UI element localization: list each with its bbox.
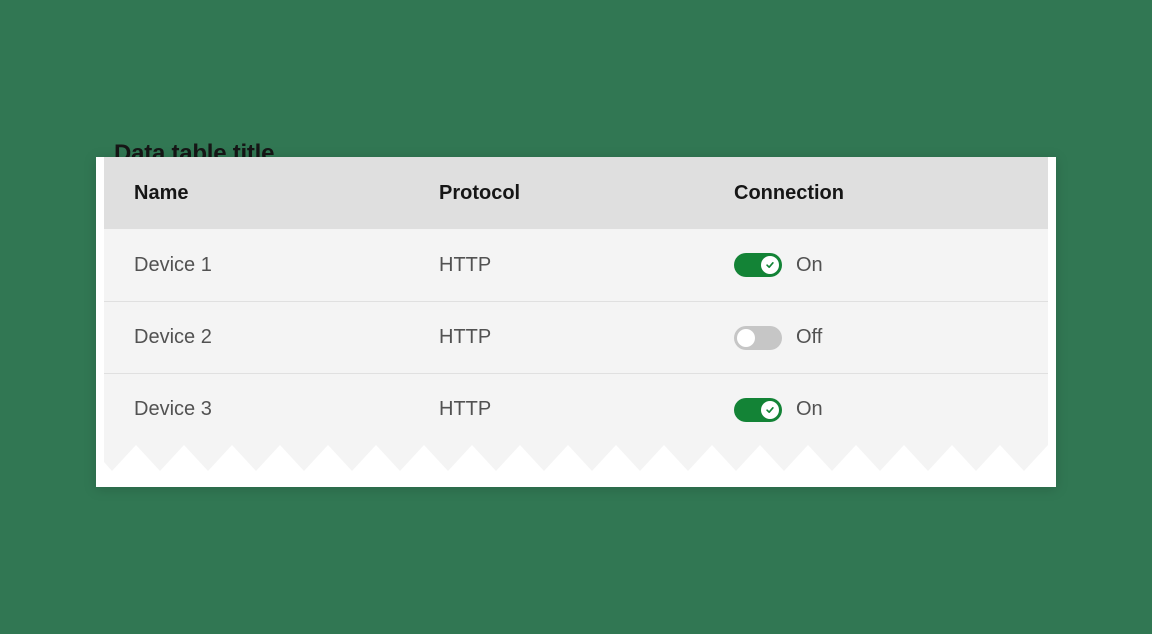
table-row: Device 3HTTP On: [104, 373, 1048, 445]
column-header-connection: Connection: [734, 182, 1018, 205]
toggle-knob: [761, 401, 779, 419]
cell-name: Device 3: [134, 398, 439, 421]
column-header-protocol: Protocol: [439, 182, 734, 205]
checkmark-icon: [765, 260, 775, 270]
table-row: Device 2HTTP Off: [104, 301, 1048, 373]
table-header-row: Name Protocol Connection: [104, 157, 1048, 229]
connection-status-label: Off: [796, 326, 822, 349]
cell-name: Device 1: [134, 254, 439, 277]
torn-edge-decoration: [96, 444, 1056, 487]
cell-connection: On: [734, 253, 1018, 277]
data-table-card: Name Protocol Connection Device 1HTTPOnD…: [96, 157, 1056, 487]
connection-status-label: On: [796, 398, 823, 421]
connection-toggle[interactable]: [734, 398, 782, 422]
cell-protocol: HTTP: [439, 398, 734, 421]
table-body: Device 1HTTPOnDevice 2HTTPOffDevice 3HTT…: [104, 229, 1048, 445]
table-row: Device 1HTTP On: [104, 229, 1048, 301]
toggle-knob: [737, 329, 755, 347]
cell-connection: Off: [734, 326, 1018, 350]
connection-toggle[interactable]: [734, 253, 782, 277]
cell-protocol: HTTP: [439, 254, 734, 277]
cell-name: Device 2: [134, 326, 439, 349]
column-header-name: Name: [134, 182, 439, 205]
cell-connection: On: [734, 398, 1018, 422]
connection-status-label: On: [796, 254, 823, 277]
checkmark-icon: [765, 405, 775, 415]
cell-protocol: HTTP: [439, 326, 734, 349]
toggle-knob: [761, 256, 779, 274]
connection-toggle[interactable]: [734, 326, 782, 350]
